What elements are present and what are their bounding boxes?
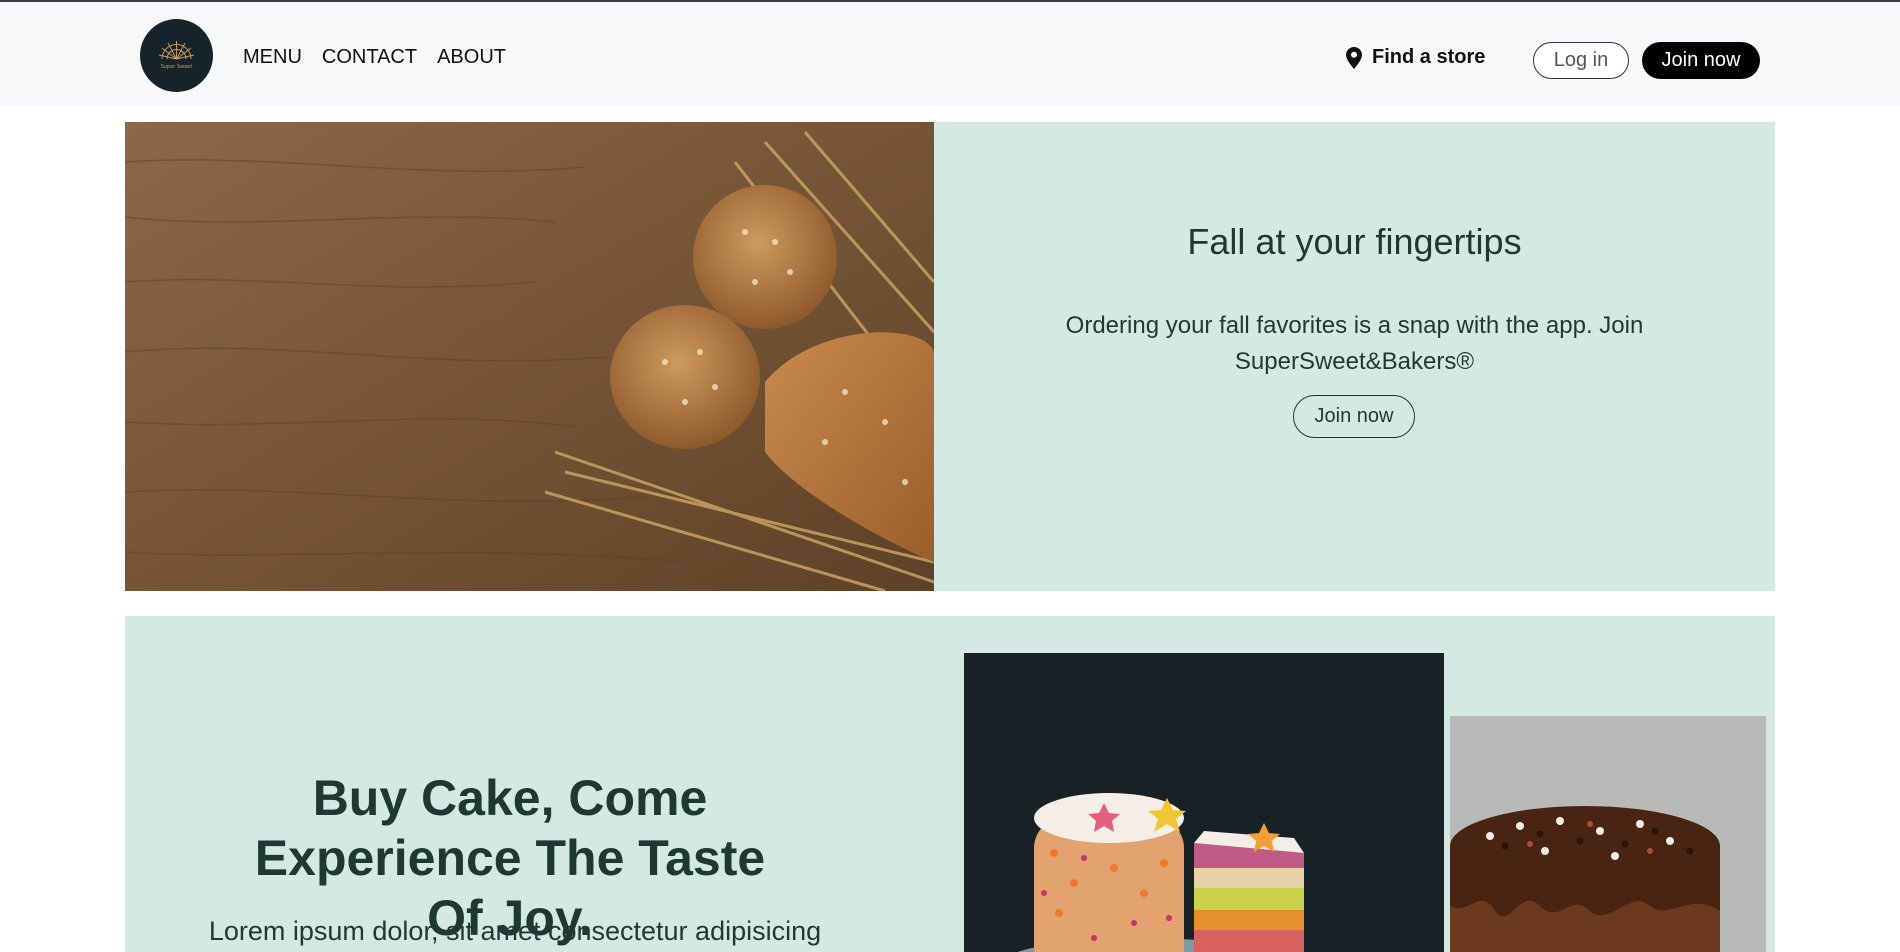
find-store-label: Find a store bbox=[1372, 46, 1486, 68]
hero-description: Ordering your fall favorites is a snap w… bbox=[1065, 312, 1644, 375]
hero-promo-panel: Fall at your fingertips Ordering your fa… bbox=[934, 122, 1775, 591]
brand-logo[interactable]: Super Sweet bbox=[140, 19, 213, 92]
sprinkle-cake-image bbox=[964, 653, 1444, 952]
cake-promo-text: Lorem ipsum dolor, sit amet consectetur … bbox=[208, 916, 822, 946]
nav-menu[interactable]: MENU bbox=[243, 46, 302, 69]
cake-promo-section: Buy Cake, Come Experience The Taste Of J… bbox=[125, 616, 1775, 952]
join-now-button[interactable]: Join now bbox=[1642, 42, 1760, 79]
hero-join-now-button[interactable]: Join now bbox=[1293, 395, 1415, 438]
chocolate-cake-image bbox=[1450, 716, 1766, 952]
hero-bread-image bbox=[125, 122, 934, 591]
login-button[interactable]: Log in bbox=[1533, 42, 1629, 79]
hero-title: Fall at your fingertips bbox=[1187, 221, 1522, 262]
location-pin-icon bbox=[1346, 46, 1362, 69]
top-navbar: Super Sweet MENU CONTACT ABOUT Find a st… bbox=[0, 0, 1900, 106]
find-store-link[interactable]: Find a store bbox=[1346, 46, 1485, 69]
nav-about[interactable]: ABOUT bbox=[437, 46, 506, 69]
nav-contact[interactable]: CONTACT bbox=[322, 46, 417, 69]
main-nav: MENU CONTACT ABOUT bbox=[243, 46, 506, 69]
logo-text: Super Sweet bbox=[161, 64, 193, 70]
sunburst-logo-icon: Super Sweet bbox=[158, 41, 195, 70]
